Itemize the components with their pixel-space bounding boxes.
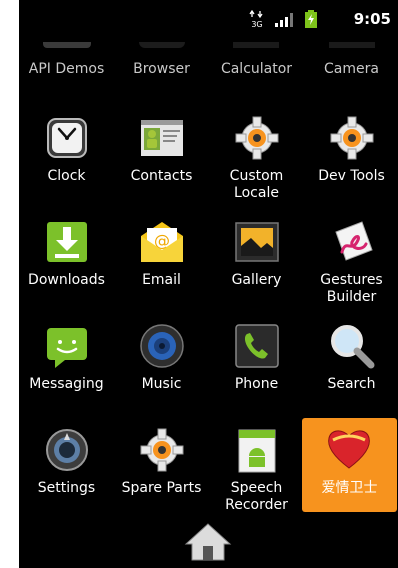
app-label: Clock [47, 168, 86, 184]
messaging-icon [43, 322, 91, 370]
app-label: Messaging [29, 376, 104, 392]
app-custom-locale[interactable]: Custom Locale [209, 114, 304, 218]
app-phone[interactable]: Phone [209, 322, 304, 426]
app-api-demos[interactable]: API Demos [19, 61, 114, 77]
settings-icon [43, 426, 91, 474]
dock [19, 514, 398, 568]
app-label: Speech Recorder [225, 480, 288, 513]
app-label: Music [141, 376, 182, 392]
app-label: Phone [234, 376, 279, 392]
app-contacts[interactable]: Contacts [114, 114, 209, 218]
app-music[interactable]: Music [114, 322, 209, 426]
app-gallery[interactable]: Gallery [209, 218, 304, 322]
clock-icon [43, 114, 91, 162]
calculator-icon [233, 42, 279, 48]
app-email[interactable]: @ Email [114, 218, 209, 322]
email-icon: @ [138, 218, 186, 266]
contacts-icon [138, 114, 186, 162]
app-love-guard[interactable]: 爱情卫士 [302, 418, 397, 512]
home-icon[interactable] [183, 522, 233, 562]
app-drawer: 3G 9:05 API Demos Browser Calculator Cam… [19, 0, 398, 568]
app-label: Dev Tools [318, 168, 385, 184]
browser-icon [139, 42, 185, 48]
app-label: Downloads [28, 272, 105, 288]
search-icon [328, 322, 376, 370]
app-label: Spare Parts [121, 480, 202, 496]
gear-icon [233, 114, 281, 162]
app-calculator[interactable]: Calculator [209, 61, 304, 77]
svg-text:3G: 3G [251, 20, 262, 28]
app-camera[interactable]: Camera [304, 61, 398, 77]
app-label: Search [327, 376, 376, 392]
android-icon [233, 426, 281, 474]
app-browser[interactable]: Browser [114, 61, 209, 77]
app-label: Gestures Builder [320, 272, 383, 305]
gear-icon [138, 426, 186, 474]
signal-strength-icon [275, 12, 295, 31]
app-label: 爱情卫士 [321, 480, 378, 496]
app-messaging[interactable]: Messaging [19, 322, 114, 426]
app-label: Settings [37, 480, 96, 496]
battery-charging-icon [305, 10, 317, 32]
status-bar: 3G 9:05 [19, 0, 398, 38]
app-label: Custom Locale [229, 168, 284, 201]
heart-icon [325, 424, 373, 472]
app-label: Email [142, 272, 181, 288]
phone-icon [233, 322, 281, 370]
app-label: Gallery [231, 272, 282, 288]
app-label: Contacts [130, 168, 193, 184]
download-icon [43, 218, 91, 266]
gallery-icon [233, 218, 281, 266]
app-search[interactable]: Search [304, 322, 398, 426]
app-dev-tools[interactable]: Dev Tools [304, 114, 398, 218]
music-icon [138, 322, 186, 370]
network-3g-icon: 3G [249, 9, 265, 32]
gestures-icon [328, 218, 376, 266]
app-downloads[interactable]: Downloads [19, 218, 114, 322]
app-clock[interactable]: Clock [19, 114, 114, 218]
clock-time: 9:05 [353, 10, 391, 28]
gear-icon [328, 114, 376, 162]
camera-icon [329, 42, 375, 48]
api-demos-icon [43, 42, 91, 48]
app-gestures-builder[interactable]: Gestures Builder [304, 218, 398, 322]
